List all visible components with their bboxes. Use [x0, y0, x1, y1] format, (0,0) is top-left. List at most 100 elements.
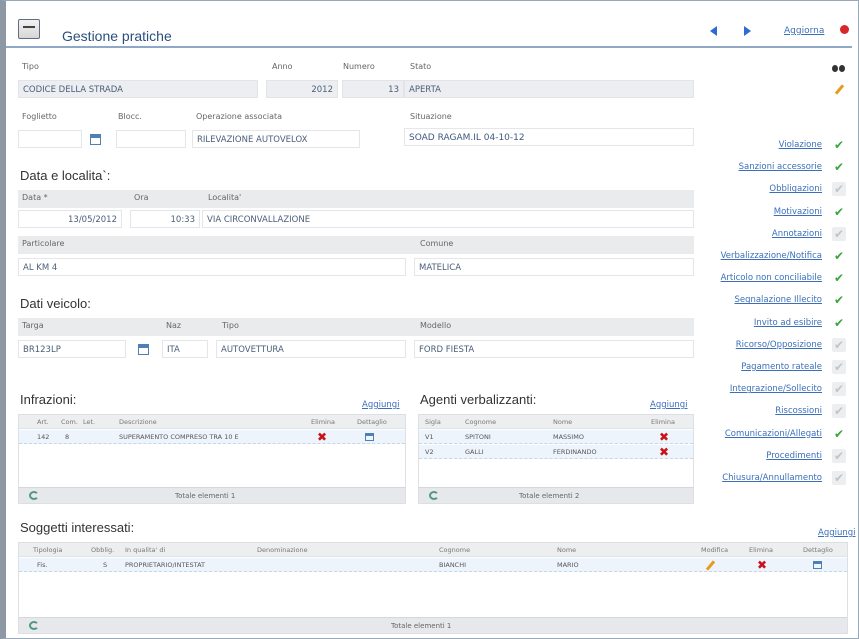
- table-row[interactable]: 142 8 SUPERAMENTO COMPRESO TRA 10 E ✖: [19, 430, 405, 444]
- menu-link-5[interactable]: Verbalizzazione/Notifica: [721, 251, 822, 261]
- agenti-table: Sigla Cognome Nome Elimina V1 SPITONI MA…: [418, 414, 694, 504]
- delete-x-icon[interactable]: ✖: [659, 431, 669, 443]
- col-com: Com.: [61, 418, 78, 426]
- header-bar: Gestione pratiche Aggiorna: [6, 8, 852, 48]
- col-let: Let.: [83, 418, 96, 426]
- detail-icon[interactable]: [813, 561, 822, 569]
- particolare-field[interactable]: AL KM 4: [18, 258, 406, 276]
- cell-nome: MARIO: [557, 561, 579, 569]
- cell-nome: MASSIMO: [553, 433, 584, 441]
- col-modifica: Modifica: [701, 546, 729, 554]
- total-count: Totale elementi 1: [391, 622, 452, 630]
- add-agente-link[interactable]: Aggiungi: [650, 400, 688, 410]
- soggetti-table: Tipologia Obblig. In qualita' di Denomin…: [18, 542, 848, 634]
- table-footer: Totale elementi 1: [19, 617, 847, 633]
- menu-link-12[interactable]: Riscossioni: [775, 406, 822, 416]
- cell-cognome: GALLI: [465, 448, 484, 456]
- menu-link-9[interactable]: Ricorso/Opposizione: [736, 340, 822, 350]
- localita-field[interactable]: VIA CIRCONVALLAZIONE: [202, 210, 694, 228]
- targa-field[interactable]: BR123LP: [18, 340, 126, 358]
- table-row[interactable]: V2 GALLI FERDINANDO ✖: [419, 445, 693, 459]
- section-data-localita: Data e localita`:: [20, 168, 111, 183]
- labels-band: [18, 190, 694, 208]
- refresh-icon[interactable]: [29, 621, 39, 630]
- veicolo-tipo-field[interactable]: AUTOVETTURA: [216, 340, 406, 358]
- table-row[interactable]: V1 SPITONI MASSIMO ✖: [419, 430, 693, 444]
- menu-link-1[interactable]: Sanzioni accessorie: [739, 162, 822, 172]
- menu-link-8[interactable]: Invito ad esibire: [754, 318, 822, 328]
- menu-link-7[interactable]: Segnalazione Illecito: [734, 295, 822, 305]
- check-icon: ✔: [833, 249, 845, 263]
- foglietto-field[interactable]: [18, 130, 82, 148]
- cell-descrizione: SUPERAMENTO COMPRESO TRA 10 E: [119, 433, 239, 441]
- label-localita: Localita': [208, 193, 242, 202]
- tipo-field[interactable]: CODICE DELLA STRADA: [18, 80, 258, 98]
- calendar-icon-2[interactable]: [138, 344, 149, 355]
- check-icon: ✔: [832, 360, 846, 374]
- col-elimina: Elimina: [311, 418, 335, 426]
- check-icon: ✔: [833, 138, 845, 152]
- menu-link-13[interactable]: Comunicazioni/Allegati: [725, 429, 822, 439]
- situazione-field[interactable]: SOAD RAGAM.IL 04-10-12: [404, 128, 694, 146]
- menu-link-11[interactable]: Integrazione/Sollecito: [730, 384, 822, 394]
- label-targa: Targa: [22, 321, 44, 330]
- refresh-link[interactable]: Aggiorna: [784, 26, 824, 36]
- menu-link-15[interactable]: Chiusura/Annullamento: [722, 473, 822, 483]
- cell-sigla: V2: [425, 448, 434, 456]
- check-icon: ✔: [832, 471, 846, 485]
- next-arrow-icon[interactable]: [744, 26, 751, 36]
- anno-field[interactable]: 2012: [266, 80, 338, 98]
- delete-x-icon[interactable]: ✖: [757, 559, 767, 571]
- add-soggetto-link[interactable]: Aggiungi: [818, 528, 856, 538]
- modello-field[interactable]: FORD FIESTA: [414, 340, 694, 358]
- numero-field[interactable]: 13: [342, 80, 404, 98]
- check-icon: ✔: [832, 404, 846, 419]
- stato-field[interactable]: APERTA: [404, 80, 694, 98]
- refresh-icon[interactable]: [29, 491, 39, 500]
- menu-link-3[interactable]: Motivazioni: [774, 207, 822, 217]
- cell-nome: FERDINANDO: [553, 448, 597, 456]
- add-infrazione-link[interactable]: Aggiungi: [362, 400, 400, 410]
- delete-x-icon[interactable]: ✖: [317, 431, 327, 443]
- col-qualita: In qualita' di: [125, 546, 166, 554]
- app-window-icon: [18, 19, 40, 39]
- search-binoculars-icon[interactable]: [832, 63, 846, 73]
- edit-pencil-icon[interactable]: [705, 560, 716, 571]
- col-nome: Nome: [557, 546, 577, 554]
- col-dettaglio: Dettaglio: [803, 546, 833, 554]
- delete-x-icon[interactable]: ✖: [659, 446, 669, 458]
- col-denominazione: Denominazione: [257, 546, 308, 554]
- menu-link-14[interactable]: Procedimenti: [766, 451, 822, 461]
- label-operazione: Operazione associata: [196, 112, 283, 121]
- menu-link-0[interactable]: Violazione: [779, 140, 822, 150]
- menu-link-10[interactable]: Pagamento rateale: [741, 362, 822, 372]
- cell-sigla: V1: [425, 433, 434, 441]
- menu-link-4[interactable]: Annotazioni: [772, 229, 822, 239]
- page-title: Gestione pratiche: [62, 28, 172, 44]
- infrazioni-table: Art. Com. Let. Descrizione Elimina Detta…: [18, 414, 406, 504]
- check-icon: ✔: [833, 293, 845, 308]
- calendar-icon[interactable]: [90, 134, 101, 145]
- menu-link-6[interactable]: Articolo non conciliabile: [721, 273, 822, 283]
- comune-field[interactable]: MATELICA: [414, 258, 694, 276]
- ora-field[interactable]: 10:33: [130, 210, 200, 228]
- previous-arrow-icon[interactable]: [710, 26, 717, 36]
- col-art: Art.: [37, 418, 49, 426]
- blocc-field[interactable]: [116, 130, 186, 148]
- operazione-field[interactable]: RILEVAZIONE AUTOVELOX: [192, 130, 360, 148]
- col-sigla: Sigla: [425, 418, 441, 426]
- table-row[interactable]: Fis. S PROPRIETARIO/INTESTAT BIANCHI MAR…: [19, 558, 847, 572]
- detail-icon[interactable]: [365, 433, 374, 441]
- refresh-icon[interactable]: [429, 491, 439, 500]
- close-icon[interactable]: [840, 25, 849, 34]
- section-agenti: Agenti verbalizzanti:: [420, 392, 537, 407]
- check-icon: ✔: [833, 160, 845, 175]
- col-dettaglio: Dettaglio: [357, 418, 387, 426]
- table-footer: Totale elementi 1: [19, 487, 405, 503]
- naz-field[interactable]: ITA: [162, 340, 208, 358]
- data-field[interactable]: 13/05/2012: [18, 210, 122, 228]
- section-soggetti: Soggetti interessati:: [20, 520, 135, 535]
- menu-link-2[interactable]: Obbligazioni: [769, 184, 822, 194]
- cell-cognome: SPITONI: [465, 433, 491, 441]
- label-blocc: Blocc.: [118, 112, 142, 121]
